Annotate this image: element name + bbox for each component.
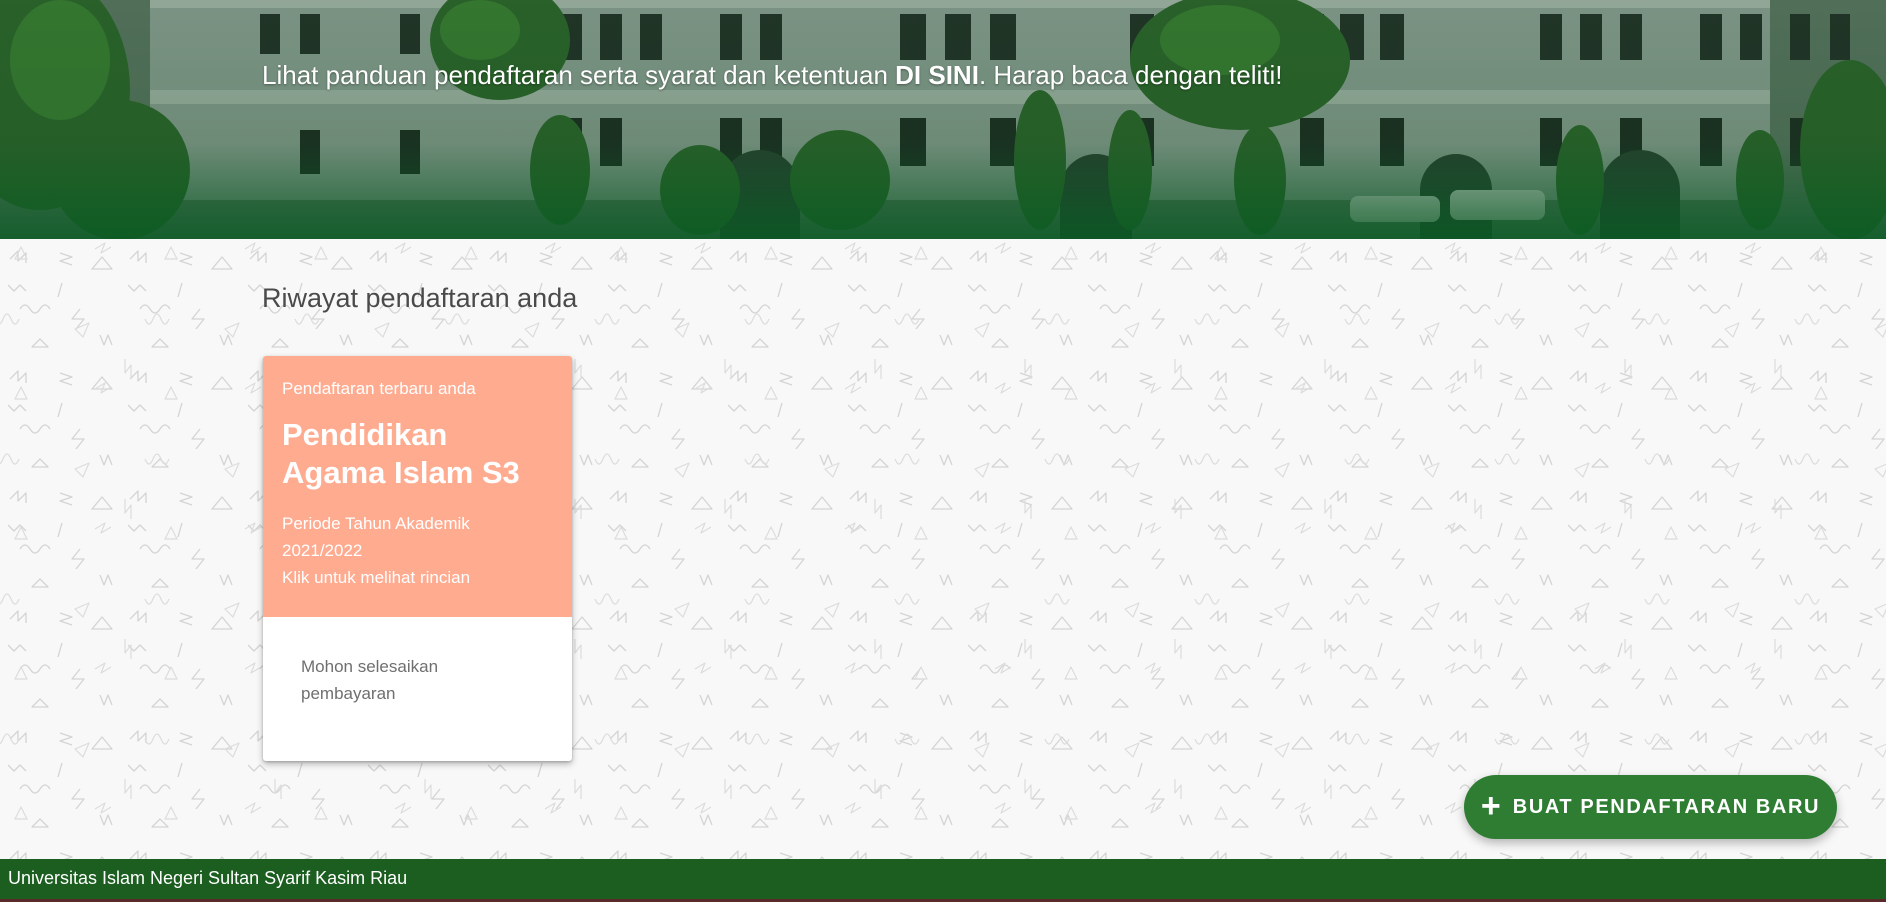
card-period-year: 2021/2022 [282,541,363,560]
new-registration-button[interactable]: + BUAT PENDAFTARAN BARU [1464,775,1837,839]
card-program-name: Pendidikan Agama Islam S3 [282,417,520,490]
registration-card-body: Mohon selesaikan pembayaran [263,617,572,707]
card-period-label: Periode Tahun Akademik [282,514,470,533]
footer: Universitas Islam Negeri Sultan Syarif K… [0,859,1886,902]
registration-card[interactable]: Pendaftaran terbaru anda Pendidikan Agam… [263,356,572,761]
plus-icon: + [1480,786,1501,825]
guide-text-prefix: Lihat panduan pendaftaran serta syarat d… [262,60,896,90]
guide-link[interactable]: DI SINI [895,60,979,90]
registration-guide-text: Lihat panduan pendaftaran serta syarat d… [262,58,1282,92]
new-registration-label: BUAT PENDAFTARAN BARU [1512,795,1821,818]
main-content: Riwayat pendaftaran anda Pendaftaran ter… [0,239,1886,859]
history-section-title: Riwayat pendaftaran anda [262,283,578,313]
guide-text-suffix: . Harap baca dengan teliti! [978,60,1283,90]
page: Lihat panduan pendaftaran serta syarat d… [0,0,1886,902]
banner-gradient-overlay [0,0,1886,239]
hero-banner: Lihat panduan pendaftaran serta syarat d… [0,0,1886,239]
registration-card-header: Pendaftaran terbaru anda Pendidikan Agam… [263,356,572,617]
footer-university-name: Universitas Islam Negeri Sultan Syarif K… [8,868,408,888]
card-status-text: Mohon selesaikan pembayaran [301,657,439,703]
card-details-hint: Klik untuk melihat rincian [282,568,471,587]
card-meta: Periode Tahun Akademik 2021/2022 Klik un… [282,510,553,591]
card-eyebrow: Pendaftaran terbaru anda [282,379,476,398]
